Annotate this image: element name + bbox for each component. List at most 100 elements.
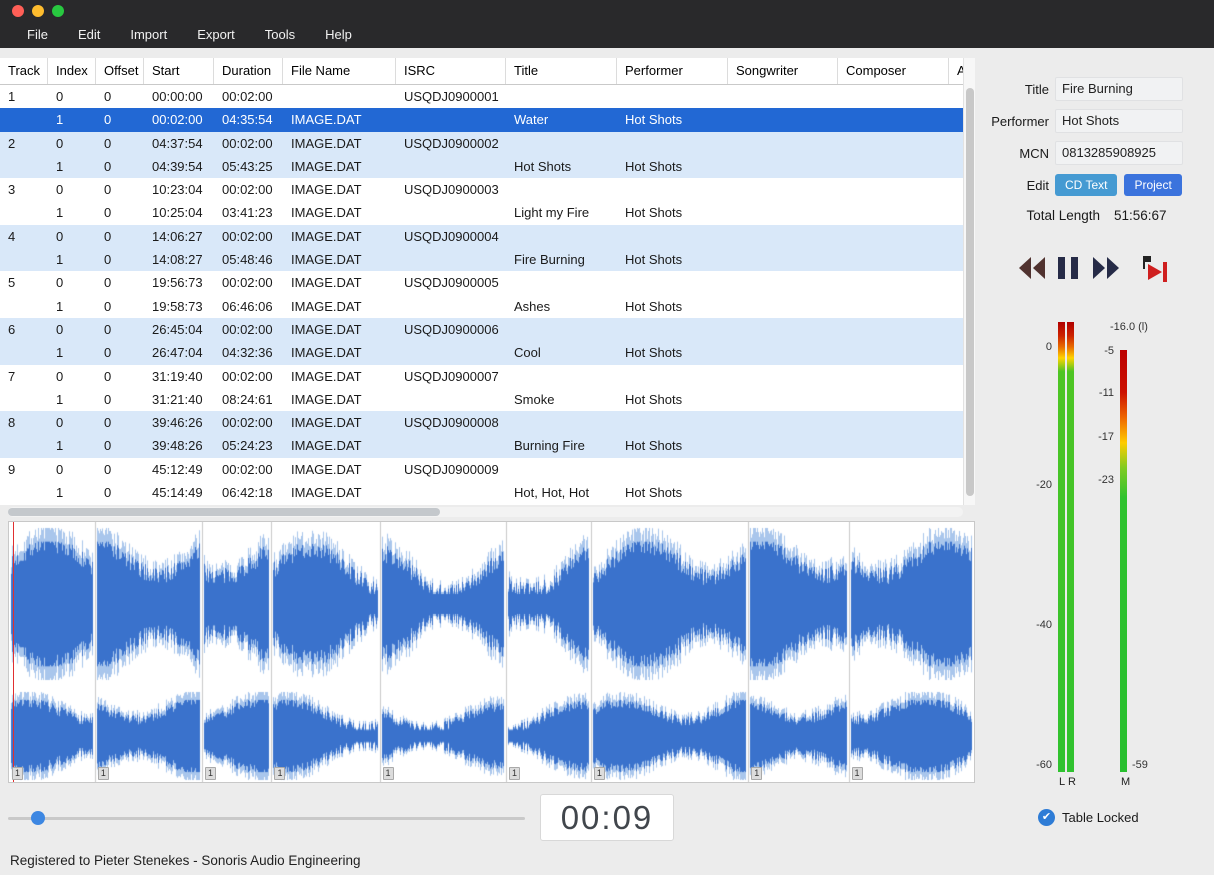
mcn-field[interactable]: 0813285908925 [1055, 141, 1183, 165]
table-locked-check-icon: ✔ [1038, 809, 1055, 826]
cell-start: 39:48:26 [144, 434, 214, 457]
column-header-isrc[interactable]: ISRC [396, 58, 506, 84]
title-bar[interactable] [0, 0, 1214, 22]
close-window-button[interactable] [12, 5, 24, 17]
column-header-track[interactable]: Track [0, 58, 48, 84]
track-index-marker[interactable]: 1 [594, 767, 605, 780]
cd-text-button[interactable]: CD Text [1055, 174, 1117, 196]
column-header-composer[interactable]: Composer [838, 58, 949, 84]
column-header-start[interactable]: Start [144, 58, 214, 84]
track-index-marker[interactable]: 1 [852, 767, 863, 780]
table-row[interactable]: 30010:23:0400:02:00IMAGE.DATUSQDJ0900003 [0, 178, 963, 201]
cell-arr [949, 318, 963, 341]
table-row[interactable]: 20004:37:5400:02:00IMAGE.DATUSQDJ0900002 [0, 132, 963, 155]
table-row[interactable]: 60026:45:0400:02:00IMAGE.DATUSQDJ0900006 [0, 318, 963, 341]
menu-file[interactable]: File [12, 22, 63, 48]
level-meters: 0 -20 -40 -60 -16.0 (l) -5 -11 -17 -23 -… [1036, 318, 1206, 798]
vertical-scrollbar-thumb[interactable] [966, 88, 974, 496]
cell-arr [949, 271, 963, 294]
playhead-cursor[interactable] [13, 522, 14, 782]
table-row[interactable]: 40014:06:2700:02:00IMAGE.DATUSQDJ0900004 [0, 225, 963, 248]
cell-composer [838, 434, 949, 457]
menu-tools[interactable]: Tools [250, 22, 310, 48]
table-row[interactable]: 1004:39:5405:43:25IMAGE.DATHot ShotsHot … [0, 155, 963, 178]
cell-composer [838, 178, 949, 201]
cell-isrc: USQDJ0900001 [396, 85, 506, 108]
table-row[interactable]: 1010:25:0403:41:23IMAGE.DATLight my Fire… [0, 201, 963, 224]
seek-slider-track[interactable] [8, 817, 525, 820]
seek-slider-thumb[interactable] [31, 811, 45, 825]
column-header-offset[interactable]: Offset [96, 58, 144, 84]
table-row[interactable]: 90045:12:4900:02:00IMAGE.DATUSQDJ0900009 [0, 458, 963, 481]
column-header-file[interactable]: File Name [283, 58, 396, 84]
column-header-songwriter[interactable]: Songwriter [728, 58, 838, 84]
table-row[interactable]: 1019:58:7306:46:06IMAGE.DATAshesHot Shot… [0, 295, 963, 318]
project-button[interactable]: Project [1124, 174, 1181, 196]
track-index-marker[interactable]: 1 [205, 767, 216, 780]
cell-title [506, 365, 617, 388]
cell-track [0, 108, 48, 131]
track-index-marker[interactable]: 1 [509, 767, 520, 780]
column-header-arr[interactable]: Arr [949, 58, 963, 84]
cell-composer [838, 481, 949, 504]
table-row[interactable]: 70031:19:4000:02:00IMAGE.DATUSQDJ0900007 [0, 365, 963, 388]
cell-title [506, 85, 617, 108]
column-header-duration[interactable]: Duration [214, 58, 283, 84]
track-index-marker[interactable]: 1 [274, 767, 285, 780]
cell-songwriter [728, 248, 838, 271]
table-row[interactable]: 1014:08:2705:48:46IMAGE.DATFire BurningH… [0, 248, 963, 271]
cell-isrc: USQDJ0900009 [396, 458, 506, 481]
table-row[interactable]: 1045:14:4906:42:18IMAGE.DATHot, Hot, Hot… [0, 481, 963, 504]
menu-edit[interactable]: Edit [63, 22, 115, 48]
cell-title: Smoke [506, 388, 617, 411]
cell-composer [838, 458, 949, 481]
column-header-performer[interactable]: Performer [617, 58, 728, 84]
horizontal-scrollbar[interactable] [8, 507, 963, 517]
cell-offset: 0 [96, 108, 144, 131]
cell-start: 31:21:40 [144, 388, 214, 411]
pause-button[interactable] [1058, 256, 1078, 283]
cell-songwriter [728, 318, 838, 341]
cell-file: IMAGE.DAT [283, 132, 396, 155]
table-row[interactable]: 1039:48:2605:24:23IMAGE.DATBurning FireH… [0, 434, 963, 457]
column-header-title[interactable]: Title [506, 58, 617, 84]
waveform-canvas[interactable] [9, 522, 974, 782]
cell-start: 00:00:00 [144, 85, 214, 108]
rewind-button[interactable] [1018, 256, 1046, 283]
table-row[interactable]: 1026:47:0404:32:36IMAGE.DATCoolHot Shots [0, 341, 963, 364]
table-locked-toggle[interactable]: ✔ Table Locked [1038, 809, 1139, 826]
table-row[interactable]: 50019:56:7300:02:00IMAGE.DATUSQDJ0900005 [0, 271, 963, 294]
cell-isrc [396, 388, 506, 411]
cell-performer [617, 458, 728, 481]
vertical-scrollbar[interactable] [963, 58, 975, 505]
table-row[interactable]: 80039:46:2600:02:00IMAGE.DATUSQDJ0900008 [0, 411, 963, 434]
table-body: 10000:00:0000:02:00USQDJ09000011000:02:0… [0, 85, 963, 504]
cell-isrc [396, 108, 506, 131]
table-row[interactable]: 1000:02:0004:35:54IMAGE.DATWaterHot Shot… [0, 108, 963, 131]
track-index-marker[interactable]: 1 [751, 767, 762, 780]
column-header-index[interactable]: Index [48, 58, 96, 84]
title-field[interactable]: Fire Burning [1055, 77, 1183, 101]
horizontal-scrollbar-thumb[interactable] [8, 508, 440, 516]
minimize-window-button[interactable] [32, 5, 44, 17]
track-index-marker[interactable]: 1 [383, 767, 394, 780]
menu-import[interactable]: Import [115, 22, 182, 48]
cell-songwriter [728, 225, 838, 248]
play-to-end-button[interactable] [1143, 256, 1169, 285]
zoom-window-button[interactable] [52, 5, 64, 17]
fast-forward-button[interactable] [1092, 256, 1120, 283]
cell-songwriter [728, 434, 838, 457]
waveform-panel[interactable]: 1 1 1 1 1 1 1 1 1 [8, 521, 975, 783]
scale-20-label: -20 [1036, 479, 1052, 491]
table-row[interactable]: 10000:00:0000:02:00USQDJ0900001 [0, 85, 963, 108]
track-index-marker[interactable]: 1 [98, 767, 109, 780]
menu-export[interactable]: Export [182, 22, 250, 48]
track-index-marker[interactable]: 1 [12, 767, 23, 780]
cell-arr [949, 155, 963, 178]
cell-performer: Hot Shots [617, 248, 728, 271]
cell-duration: 00:02:00 [214, 225, 283, 248]
table-row[interactable]: 1031:21:4008:24:61IMAGE.DATSmokeHot Shot… [0, 388, 963, 411]
menu-help[interactable]: Help [310, 22, 367, 48]
performer-field[interactable]: Hot Shots [1055, 109, 1183, 133]
rewind-icon [1018, 256, 1046, 280]
